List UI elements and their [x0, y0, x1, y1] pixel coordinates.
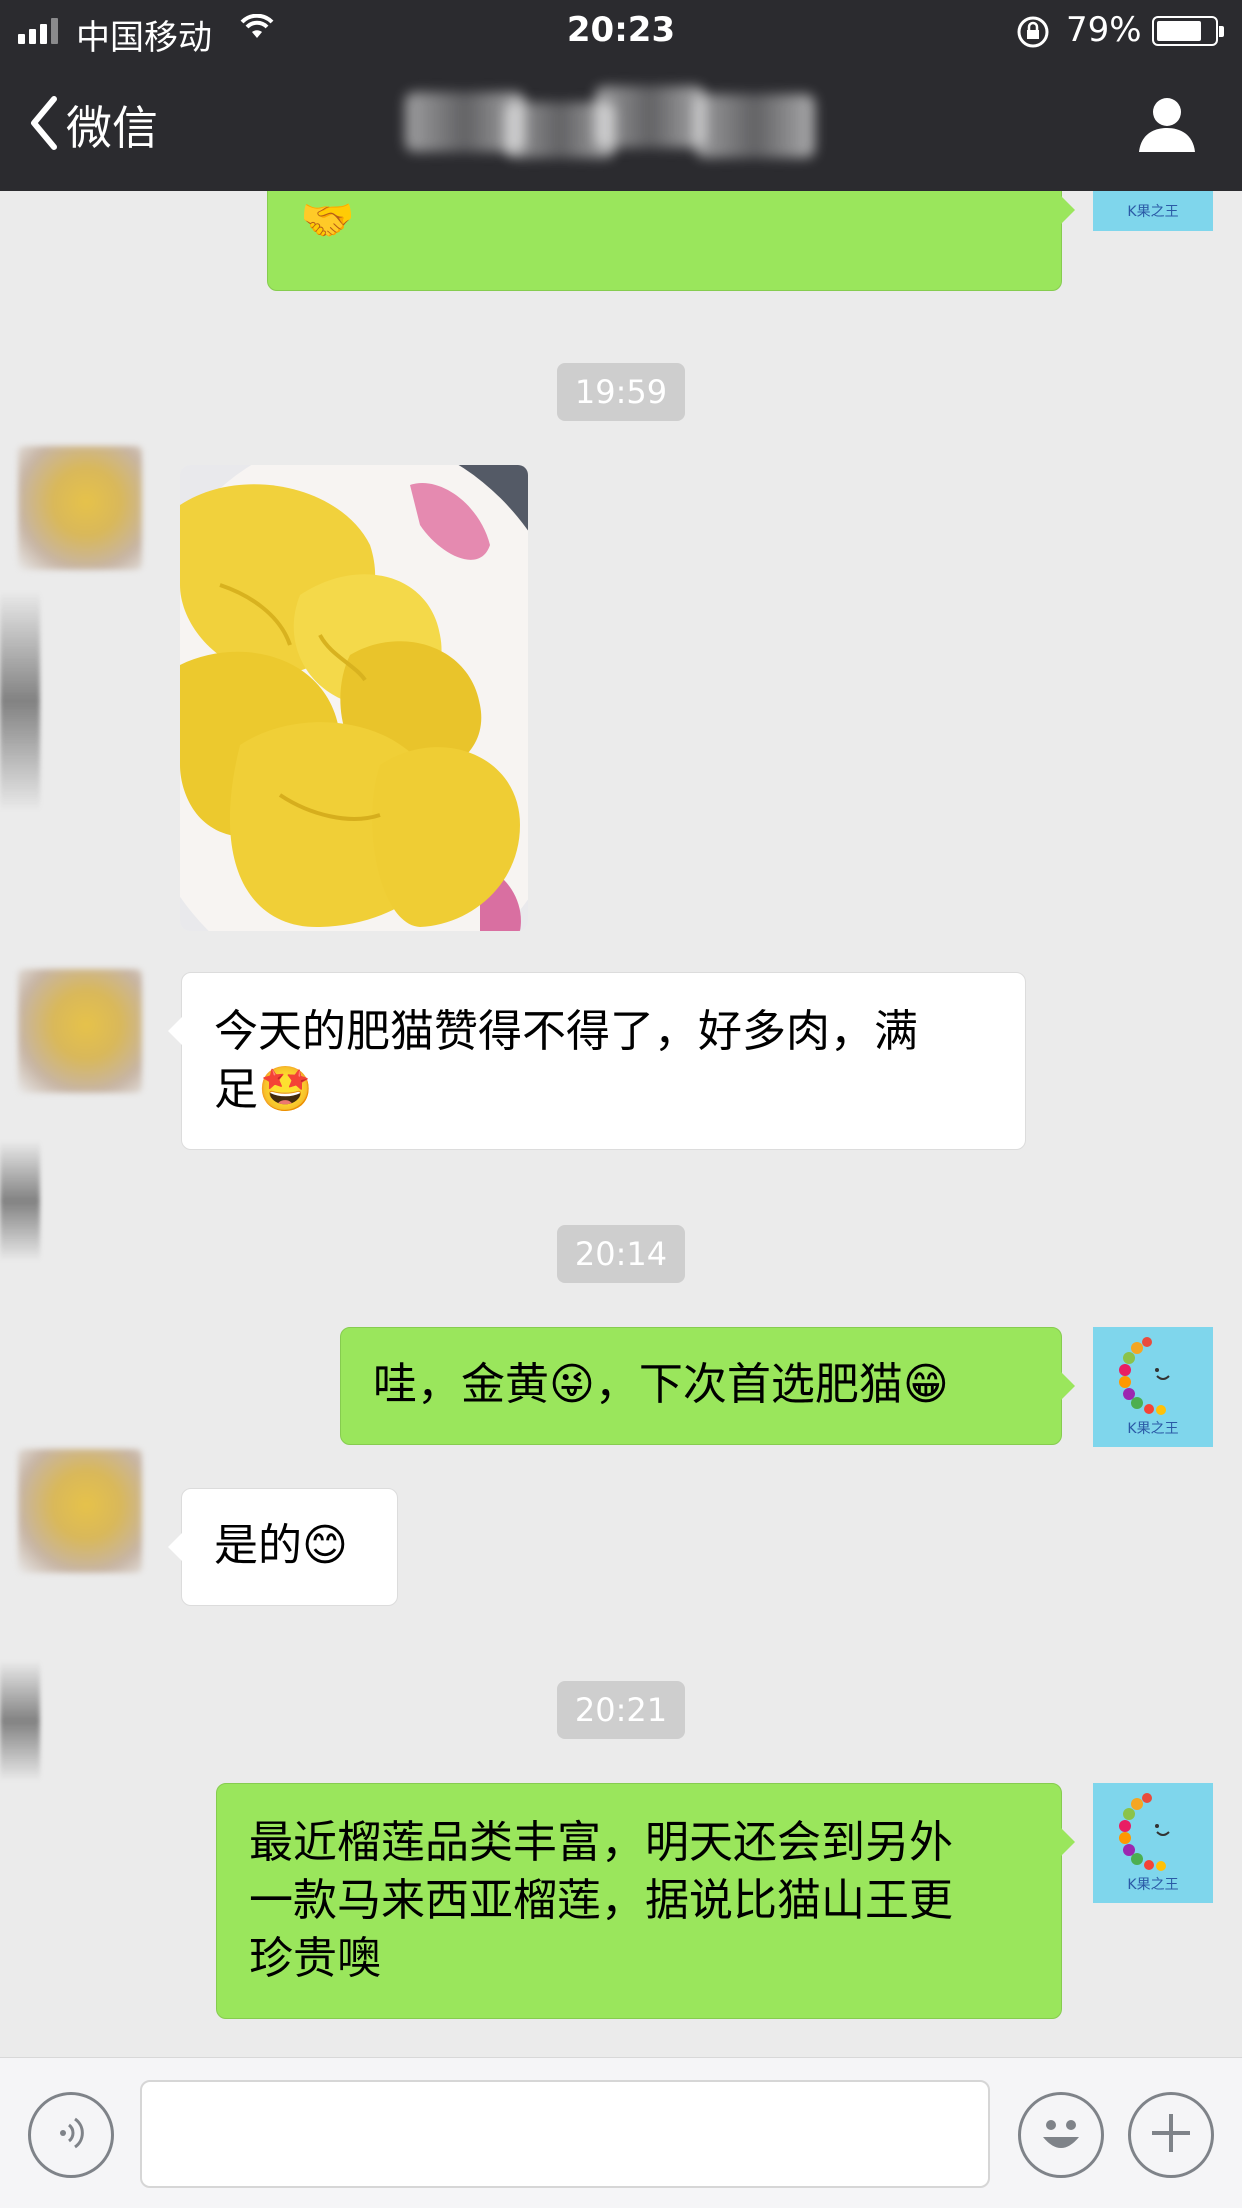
my-avatar[interactable]: K果之王: [1093, 1783, 1213, 1903]
chat-title: [405, 84, 825, 170]
chevron-left-icon: [28, 95, 58, 155]
battery-percent: 79%: [1066, 10, 1142, 50]
contact-avatar[interactable]: [18, 1449, 142, 1573]
message-bubble-outgoing[interactable]: 最近榴莲品类丰富，明天还会到另外 一款马来西亚榴莲，据说比猫山王更 珍贵噢: [216, 1783, 1075, 2019]
message-text: 🤝: [300, 195, 355, 246]
message-text: 是的😊: [214, 1520, 348, 1571]
contact-avatar[interactable]: [18, 446, 142, 570]
timestamp-text: 19:59: [556, 363, 686, 421]
avatar-brand-label: K果之王: [1127, 1421, 1179, 1437]
timestamp: 20:21: [0, 1681, 1242, 1739]
timestamp-text: 20:14: [556, 1225, 686, 1283]
back-button[interactable]: 微信: [28, 92, 158, 158]
message-input[interactable]: [140, 2080, 990, 2188]
contact-avatar[interactable]: [18, 969, 142, 1093]
battery-icon: [1152, 16, 1224, 46]
avatar-brand-label: K果之王: [1127, 204, 1179, 220]
message-text: 哇，金黄😜，下次首选肥猫😁: [373, 1359, 949, 1410]
timestamp: 20:14: [0, 1225, 1242, 1283]
nav-bar: 微信: [0, 62, 1242, 191]
status-bar: 中国移动 20:23 79%: [0, 0, 1242, 62]
my-avatar[interactable]: K果之王: [1093, 1327, 1213, 1447]
image-content: [180, 465, 528, 931]
message-bubble-incoming[interactable]: 是的😊: [168, 1488, 398, 1606]
message-text-line: 今天的肥猫赞得不得了，好多肉，满: [214, 1006, 918, 1057]
voice-icon: [51, 2113, 91, 2157]
blurred-edge: [0, 591, 40, 811]
person-icon[interactable]: [1136, 96, 1198, 158]
moon-logo-icon: [1119, 1793, 1170, 1871]
timestamp-text: 20:21: [556, 1681, 686, 1739]
back-label: 微信: [66, 101, 158, 155]
status-time: 20:23: [566, 10, 676, 50]
image-message[interactable]: [180, 465, 528, 931]
emoji-icon: [1031, 2103, 1091, 2167]
input-bar: [0, 2057, 1242, 2208]
top-bar: 中国移动 20:23 79% 微信: [0, 0, 1242, 191]
chat-screen: 中国移动 20:23 79% 微信 🤝 K果之王 19:59 今天的肥猫赞得不得…: [0, 0, 1242, 2208]
emoji-button[interactable]: [1018, 2092, 1104, 2178]
timestamp: 19:59: [0, 363, 1242, 421]
avatar-brand-label: K果之王: [1127, 1877, 1179, 1893]
message-text-line: 珍贵噢: [249, 1933, 381, 1984]
message-text-line: 足🤩: [214, 1064, 313, 1115]
message-text-line: 最近榴莲品类丰富，明天还会到另外: [249, 1817, 953, 1868]
message-text-line: 一款马来西亚榴莲，据说比猫山王更: [249, 1875, 953, 1926]
moon-logo-icon: [1119, 1337, 1170, 1415]
message-bubble-outgoing[interactable]: 哇，金黄😜，下次首选肥猫😁: [340, 1327, 1075, 1445]
rotation-lock-icon: [1015, 14, 1051, 54]
more-button[interactable]: [1128, 2092, 1214, 2178]
plus-icon: [1146, 2108, 1196, 2162]
message-list[interactable]: 🤝 K果之王 19:59 今天的肥猫赞得不得了，好多肉，满 足🤩 20:14 哇…: [0, 121, 1242, 2057]
voice-button[interactable]: [28, 2092, 114, 2178]
message-bubble-incoming[interactable]: 今天的肥猫赞得不得了，好多肉，满 足🤩: [168, 972, 1026, 1150]
